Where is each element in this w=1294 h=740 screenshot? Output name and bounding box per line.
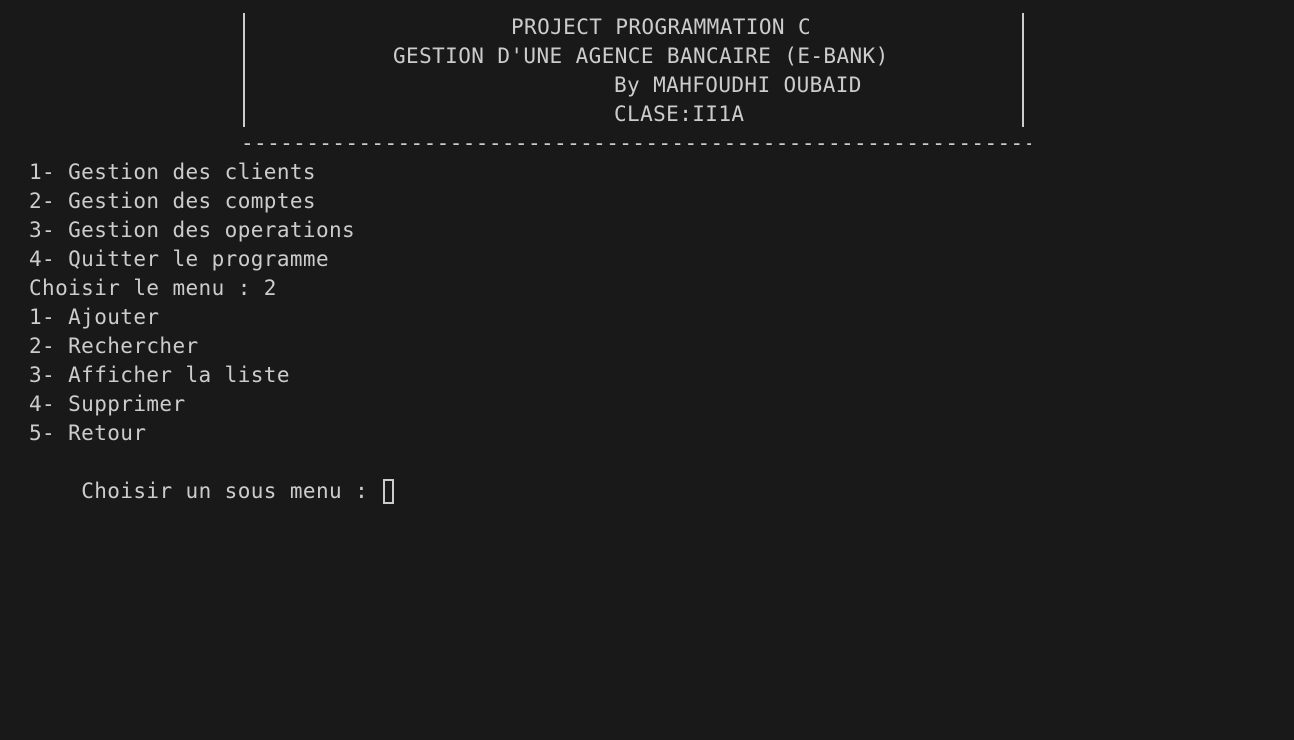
main-menu-item-comptes: 2- Gestion des comptes	[29, 189, 316, 213]
sub-menu-item-afficher: 3- Afficher la liste	[29, 363, 290, 387]
main-menu-item-operations: 3- Gestion des operations	[29, 218, 356, 242]
banner-separator: ----------------------------------------…	[241, 131, 1031, 155]
sub-menu-prompt-line[interactable]: Choisir un sous menu :	[29, 448, 395, 504]
banner-subtitle: GESTION D'UNE AGENCE BANCAIRE (E-BANK)	[393, 44, 889, 68]
main-menu-prompt: Choisir le menu : 2	[29, 276, 277, 300]
sub-menu-item-ajouter: 1- Ajouter	[29, 305, 160, 329]
main-menu-item-clients: 1- Gestion des clients	[29, 160, 316, 184]
sub-menu-item-retour: 5- Retour	[29, 421, 147, 445]
sub-menu-prompt: Choisir un sous menu :	[81, 479, 382, 503]
banner-right-border	[1022, 13, 1024, 127]
text-cursor[interactable]	[383, 479, 395, 504]
main-menu-item-quitter: 4- Quitter le programme	[29, 247, 329, 271]
banner-author: By MAHFOUDHI OUBAID	[614, 73, 862, 97]
terminal-window[interactable]: PROJECT PROGRAMMATION C GESTION D'UNE AG…	[0, 0, 1294, 740]
banner-left-border	[243, 13, 245, 127]
sub-menu-item-rechercher: 2- Rechercher	[29, 334, 199, 358]
banner-class: CLASE:II1A	[614, 102, 745, 126]
banner-title: PROJECT PROGRAMMATION C	[511, 15, 811, 39]
sub-menu-item-supprimer: 4- Supprimer	[29, 392, 186, 416]
